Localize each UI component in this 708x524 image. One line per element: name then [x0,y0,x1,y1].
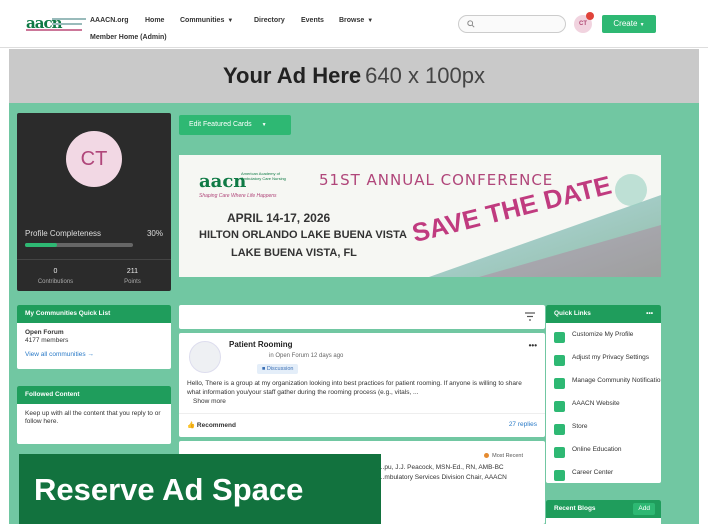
more-options-icon[interactable]: ••• [646,305,653,323]
profile-avatar[interactable]: CT [66,131,122,187]
recent-blogs-card: Recent Blogs Add [546,500,661,524]
chevron-down-icon: ▼ [227,18,234,24]
community-name[interactable]: Open Forum [25,329,163,337]
profile-completeness-bar [25,243,133,247]
post-author-avatar[interactable] [189,341,221,373]
chevron-down-icon: ▼ [367,18,374,24]
points-label: Points [124,279,141,285]
nav-link-member-home[interactable]: Member Home (Admin) [90,34,167,41]
conference-logo: aacn [199,171,247,192]
nav-link-communities[interactable]: Communities ▼ [180,17,233,24]
edit-featured-cards-button[interactable]: Edit Featured Cards ▼ [179,115,291,135]
top-nav: aacn AAACN.org Home Communities ▼ Directo… [0,0,708,48]
ad-title: Your Ad Here [222,63,362,88]
reply-author-title: ...mbulatory Services Division Chair, AA… [379,474,507,481]
conference-dates: APRIL 14-17, 2026 [227,211,331,225]
add-blog-button[interactable]: Add [633,503,655,515]
quick-link-store[interactable]: Store [546,421,661,443]
most-recent-badge: Most Recent [484,453,523,459]
contributions-count: 0 [53,268,58,275]
reply-author-line: ...pu, J.J. Peacock, MSN-Ed., RN, AMB-BC [379,464,504,471]
more-options-icon[interactable]: ••• [529,341,537,350]
recommend-button[interactable]: 👍 Recommend [187,421,236,429]
briefcase-icon [554,470,565,481]
filter-icon[interactable] [525,312,535,321]
communities-card-header: My Communities Quick List [17,305,171,323]
nav-link-directory[interactable]: Directory [254,17,285,24]
quick-link-customize-profile[interactable]: Customize My Profile [546,329,661,351]
ad-size: 640 x 100px [365,63,485,88]
followed-card-header: Followed Content [17,386,171,404]
post-tag: ■ Discussion [257,364,299,374]
recent-blogs-header: Recent Blogs Add [546,500,661,518]
profile-completeness-label: Profile Completeness [25,229,102,238]
nav-link-events[interactable]: Events [301,17,324,24]
conference-title: 51ST ANNUAL CONFERENCE [319,171,554,189]
conference-city: LAKE BUENA VISTA, FL [231,247,357,259]
view-all-communities-link[interactable]: View all communities → [25,351,163,359]
nav-link-home[interactable]: Home [145,17,164,24]
search-input[interactable] [458,15,566,33]
quick-link-website[interactable]: AAACN Website [546,398,661,420]
post-body: Hello, There is a group at my organizati… [187,380,522,405]
profile-completeness-value: 30% [146,229,163,238]
quick-link-notifications[interactable]: Manage Community Notifications [546,375,661,397]
reserve-ad-space-banner[interactable]: Reserve Ad Space [19,454,381,524]
chevron-down-icon: ▼ [261,122,267,128]
search-icon [467,20,475,28]
contributions-label: Contributions [37,279,74,285]
followed-card-body: Keep up with all the content that you re… [25,410,161,425]
lock-icon [554,355,565,366]
feed-filter-bar [179,305,545,329]
globe-icon [554,401,565,412]
communities-quick-list-card: My Communities Quick List Open Forum 417… [17,305,171,369]
notification-badge [586,12,594,20]
aacn-logo[interactable]: aacn [26,14,86,34]
quick-link-online-education[interactable]: Online Education [546,444,661,466]
show-more-link[interactable]: Show more [193,398,226,405]
user-icon [554,332,565,343]
quick-link-privacy-settings[interactable]: Adjust my Privacy Settings [546,352,661,374]
community-member-count: 4177 members [25,337,69,344]
quick-links-header: Quick Links ••• [546,305,661,323]
points-count: 211 [126,268,139,275]
post-meta: in Open Forum 12 days ago [269,353,344,359]
thumbs-up-icon: 👍 [187,422,196,429]
profile-card: CT Profile Completeness 30% 0 Contributi… [17,113,171,291]
top-ad-banner[interactable]: Your Ad Here 640 x 100px [9,49,699,103]
book-icon [554,447,565,458]
quick-link-career-center[interactable]: Career Center [546,467,661,483]
followed-content-card: Followed Content Keep up with all the co… [17,386,171,444]
post-card: Patient Rooming ••• in Open Forum 12 day… [179,333,545,437]
chevron-down-icon: ▼ [639,22,645,28]
bell-icon [554,378,565,389]
nav-link-browse[interactable]: Browse ▼ [339,17,373,24]
conference-tagline: Shaping Care Where Life Happens [199,193,277,199]
nav-link-aaacn-org[interactable]: AAACN.org [90,17,129,24]
conference-banner[interactable]: aacn American Academy of Ambulatory Care… [179,155,661,277]
create-button[interactable]: Create ▼ [602,15,656,33]
conference-venue: HILTON ORLANDO LAKE BUENA VISTA [199,229,407,241]
replies-link[interactable]: 27 replies [509,421,537,428]
conference-logo-caption: American Academy of Ambulatory Care Nurs… [241,171,286,181]
cart-icon [554,424,565,435]
post-title[interactable]: Patient Rooming [229,340,293,349]
quick-links-card: Quick Links ••• Customize My Profile Adj… [546,305,661,483]
